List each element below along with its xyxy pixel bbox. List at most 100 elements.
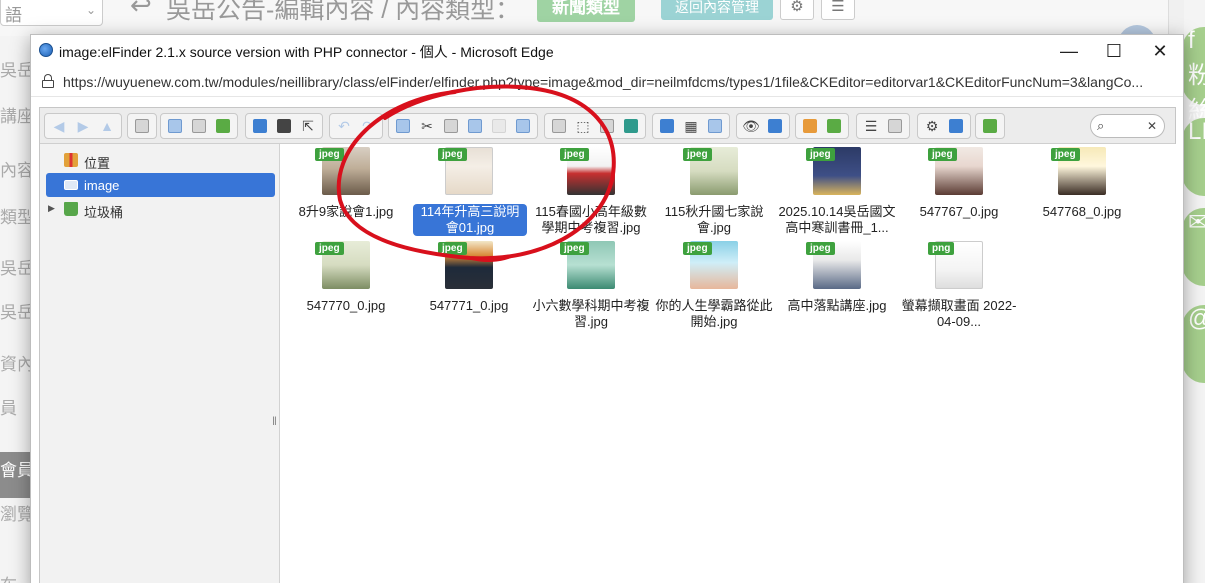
extract-icon[interactable] bbox=[799, 115, 821, 137]
at-icon[interactable]: @ bbox=[1182, 305, 1205, 383]
file-name: 2025.10.14吳岳國文高中寒訓書冊_1... bbox=[778, 204, 896, 235]
file-item[interactable]: jpeg 小六數學科期中考複習.jpg bbox=[531, 240, 651, 332]
sidebar-item[interactable]: 瀏覽 bbox=[0, 500, 34, 525]
preview-eye-icon[interactable]: 👁 bbox=[740, 115, 762, 137]
netmount-icon[interactable] bbox=[131, 115, 153, 137]
file-name: 114年升高三說明會01.jpg bbox=[413, 204, 527, 236]
language-select-value: 語 bbox=[5, 6, 22, 25]
file-list: jpeg 8升9家說會1.jpg jpeg 114年升高三說明會01.jpg j… bbox=[281, 144, 1176, 583]
nav-item-label: 垃圾桶 bbox=[84, 205, 124, 220]
paste-icon[interactable] bbox=[440, 115, 462, 137]
new-folder-icon[interactable] bbox=[164, 115, 186, 137]
open-icon[interactable] bbox=[249, 115, 271, 137]
copy-icon[interactable] bbox=[392, 115, 414, 137]
search-input[interactable]: ⌕ ✕ bbox=[1090, 114, 1165, 138]
sidebar-item[interactable]: 資內 bbox=[0, 350, 34, 375]
help-icon[interactable] bbox=[945, 115, 967, 137]
undo-icon[interactable]: ↶ bbox=[333, 115, 355, 137]
file-type-badge: png bbox=[928, 242, 955, 255]
line-button[interactable]: LIN bbox=[1182, 118, 1205, 196]
select-all-icon[interactable] bbox=[548, 115, 570, 137]
icons-view-icon[interactable] bbox=[656, 115, 678, 137]
expand-arrow-icon[interactable]: ▶ bbox=[48, 203, 55, 214]
back-icon[interactable]: ◀ bbox=[48, 115, 70, 137]
file-type-badge: jpeg bbox=[928, 148, 957, 161]
resize-handle[interactable]: ‖ bbox=[272, 414, 277, 428]
selection-mode-icon[interactable] bbox=[620, 115, 642, 137]
sidebar-item[interactable]: 吳岳 bbox=[0, 56, 34, 81]
tiles-view-icon[interactable] bbox=[704, 115, 726, 137]
file-item[interactable]: png 螢幕擷取畫面 2022-04-09... bbox=[899, 240, 1019, 332]
redo-icon[interactable]: ↷ bbox=[357, 115, 379, 137]
nav-item-image[interactable]: image bbox=[46, 173, 275, 197]
cut-icon[interactable]: ✂ bbox=[416, 115, 438, 137]
gear-icon[interactable]: ⚙ bbox=[780, 0, 814, 20]
maximize-button[interactable]: ☐ bbox=[1094, 39, 1134, 63]
language-select[interactable]: 語 ⌄ bbox=[0, 0, 103, 26]
file-item[interactable]: jpeg 你的人生學霸路從此開始.jpg bbox=[654, 240, 774, 332]
file-type-badge: jpeg bbox=[438, 242, 467, 255]
file-item[interactable]: jpeg 115春國小高年級數學期中考複習.jpg bbox=[531, 146, 651, 238]
file-item[interactable]: jpeg 547770_0.jpg bbox=[286, 240, 406, 332]
minimize-button[interactable]: — bbox=[1049, 39, 1089, 63]
select-invert-icon[interactable] bbox=[596, 115, 618, 137]
toolbar-group-sort: ☰ bbox=[856, 113, 910, 139]
file-type-badge: jpeg bbox=[683, 242, 712, 255]
fullscreen-icon[interactable] bbox=[979, 115, 1001, 137]
rename-icon[interactable] bbox=[512, 115, 534, 137]
sidebar-item[interactable]: 吳岳 bbox=[0, 254, 34, 279]
url-text[interactable]: https://wuyuenew.com.tw/modules/neillibr… bbox=[63, 74, 1173, 90]
sidebar-item[interactable]: 內容 bbox=[0, 156, 34, 181]
file-item[interactable]: jpeg 547768_0.jpg bbox=[1022, 146, 1142, 238]
file-type-badge: jpeg bbox=[560, 242, 589, 255]
search-icon: ⌕ bbox=[1097, 118, 1105, 133]
sidebar-item[interactable]: 類型 bbox=[0, 203, 34, 228]
sidebar-item-active[interactable]: 會員 bbox=[0, 452, 34, 498]
facebook-fans-button[interactable]: f 粉絲 bbox=[1182, 27, 1205, 124]
elfinder-popup-window: image:elFinder 2.1.x source version with… bbox=[30, 34, 1184, 583]
file-type-badge: jpeg bbox=[1051, 148, 1080, 161]
delete-icon[interactable] bbox=[488, 115, 510, 137]
elfinder-navbar: 位置 image ▶ 垃圾桶 ‖ bbox=[40, 144, 280, 583]
upload-icon[interactable] bbox=[212, 115, 234, 137]
file-item-selected[interactable]: jpeg 114年升高三說明會01.jpg bbox=[409, 146, 529, 238]
list-icon[interactable]: ☰ bbox=[821, 0, 855, 20]
grid-view-icon[interactable]: ▦ bbox=[680, 115, 702, 137]
preferences-gear-icon[interactable]: ⚙ bbox=[921, 115, 943, 137]
sidebar-item[interactable]: 員 bbox=[0, 394, 34, 419]
sidebar-item[interactable]: 布 bbox=[0, 571, 34, 583]
sort-icon[interactable] bbox=[884, 115, 906, 137]
archive-icon[interactable] bbox=[823, 115, 845, 137]
mail-icon[interactable]: ✉ bbox=[1182, 208, 1205, 286]
file-item[interactable]: jpeg 547767_0.jpg bbox=[899, 146, 1019, 238]
close-button[interactable]: ✕ bbox=[1140, 39, 1180, 63]
info-icon[interactable] bbox=[764, 115, 786, 137]
up-icon[interactable]: ▲ bbox=[96, 115, 118, 137]
type-button[interactable]: 新聞類型 bbox=[537, 0, 635, 22]
sidebar-item[interactable]: 講座 bbox=[0, 102, 34, 127]
toolbar-group-info: 👁 bbox=[736, 113, 790, 139]
select-none-icon[interactable]: ⬚ bbox=[572, 115, 594, 137]
window-titlebar[interactable]: image:elFinder 2.1.x source version with… bbox=[31, 35, 1183, 67]
list-view-icon[interactable]: ☰ bbox=[860, 115, 882, 137]
forward-icon[interactable]: ▶ bbox=[72, 115, 94, 137]
elfinder-toolbar: ◀ ▶ ▲ ⇱ ↶ ↷ ✂ ⬚ ▦ 👁 ☰ ⚙ ⌕ ✕ bbox=[40, 108, 1175, 144]
elfinder-container: ◀ ▶ ▲ ⇱ ↶ ↷ ✂ ⬚ ▦ 👁 ☰ ⚙ ⌕ ✕ 位置 image ▶ 垃… bbox=[39, 107, 1176, 583]
file-item[interactable]: jpeg 547771_0.jpg bbox=[409, 240, 529, 332]
clear-search-icon[interactable]: ✕ bbox=[1147, 119, 1157, 133]
new-file-icon[interactable] bbox=[188, 115, 210, 137]
file-item[interactable]: jpeg 2025.10.14吳岳國文高中寒訓書冊_1... bbox=[777, 146, 897, 238]
nav-item-places[interactable]: 位置 bbox=[46, 148, 275, 172]
file-item[interactable]: jpeg 115秋升國七家說會.jpg bbox=[654, 146, 774, 238]
nav-item-trash[interactable]: ▶ 垃圾桶 bbox=[46, 197, 275, 221]
duplicate-icon[interactable] bbox=[464, 115, 486, 137]
file-item[interactable]: jpeg 8升9家說會1.jpg bbox=[286, 146, 406, 238]
file-item[interactable]: jpeg 高中落點講座.jpg bbox=[777, 240, 897, 332]
back-to-content-button[interactable]: 返回內容管理 bbox=[661, 0, 773, 20]
select-cursor-icon[interactable]: ⇱ bbox=[297, 115, 319, 137]
lock-icon[interactable] bbox=[42, 74, 54, 88]
file-name: 115秋升國七家說會.jpg bbox=[664, 204, 764, 235]
save-icon[interactable] bbox=[273, 115, 295, 137]
address-bar[interactable]: https://wuyuenew.com.tw/modules/neillibr… bbox=[31, 67, 1183, 97]
sidebar-item[interactable]: 吳岳 bbox=[0, 298, 34, 323]
